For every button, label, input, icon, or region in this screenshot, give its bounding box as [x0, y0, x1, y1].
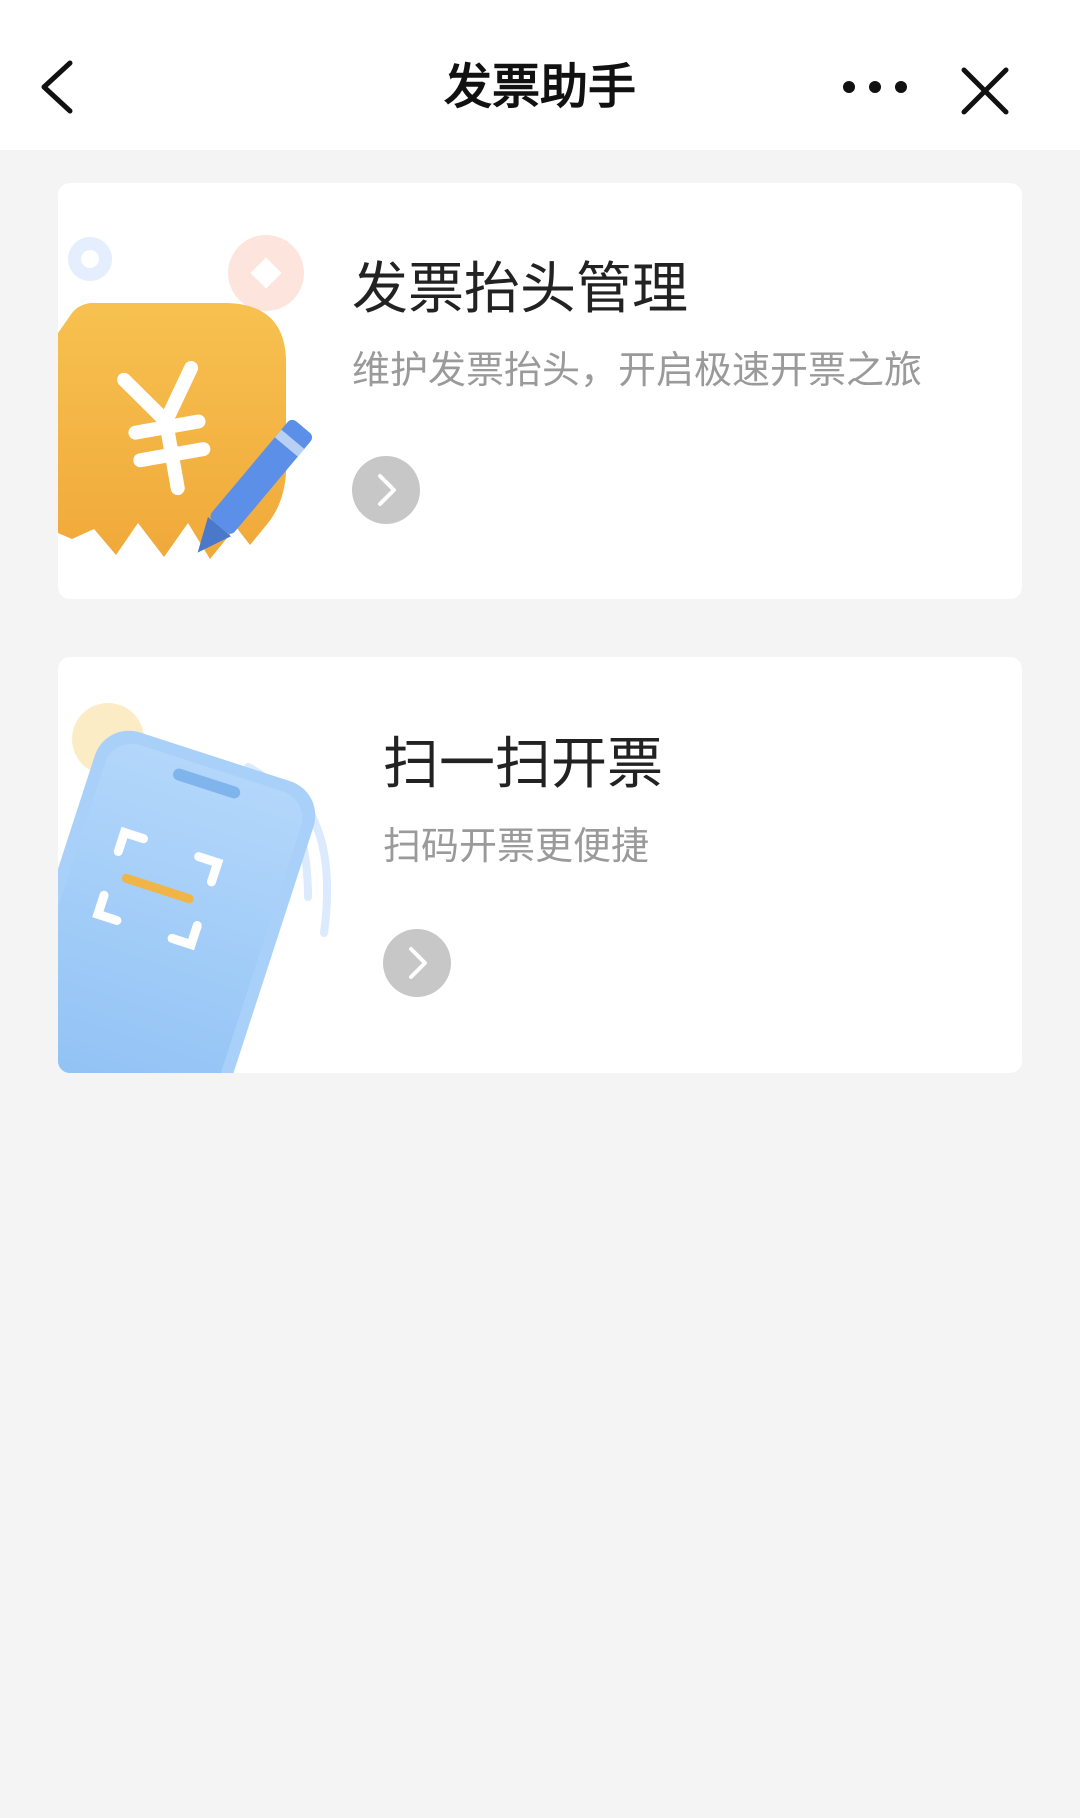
more-dots-icon [843, 81, 907, 93]
invoice-yuan-pencil-icon [58, 235, 313, 559]
more-button[interactable] [835, 55, 915, 115]
phone-scan-icon [58, 703, 332, 1073]
scan-invoice-card[interactable]: 扫一扫开票 扫码开票更便捷 [58, 657, 1022, 1073]
back-button[interactable] [30, 45, 90, 125]
navbar: 发票助手 [0, 0, 1080, 150]
card-title: 扫一扫开票 [383, 732, 663, 797]
chevron-left-icon [41, 60, 73, 114]
page: 发票助手 发票抬头管理 维护发票抬头，开启极速开票之旅 扫一扫开票 扫码开票更便… [0, 0, 1080, 1818]
page-title: 发票助手 [443, 59, 636, 115]
card-subtitle: 扫码开票更便捷 [383, 824, 650, 868]
card-title: 发票抬头管理 [352, 257, 688, 322]
open-invoice-header-button[interactable] [352, 456, 420, 524]
close-icon [961, 67, 1009, 115]
close-button[interactable] [950, 55, 1020, 125]
chevron-right-icon [378, 474, 396, 506]
chevron-right-icon [409, 947, 427, 979]
card-subtitle: 维护发票抬头，开启极速开票之旅 [352, 348, 923, 392]
invoice-header-card[interactable]: 发票抬头管理 维护发票抬头，开启极速开票之旅 [58, 183, 1022, 599]
open-scan-invoice-button[interactable] [383, 929, 451, 997]
